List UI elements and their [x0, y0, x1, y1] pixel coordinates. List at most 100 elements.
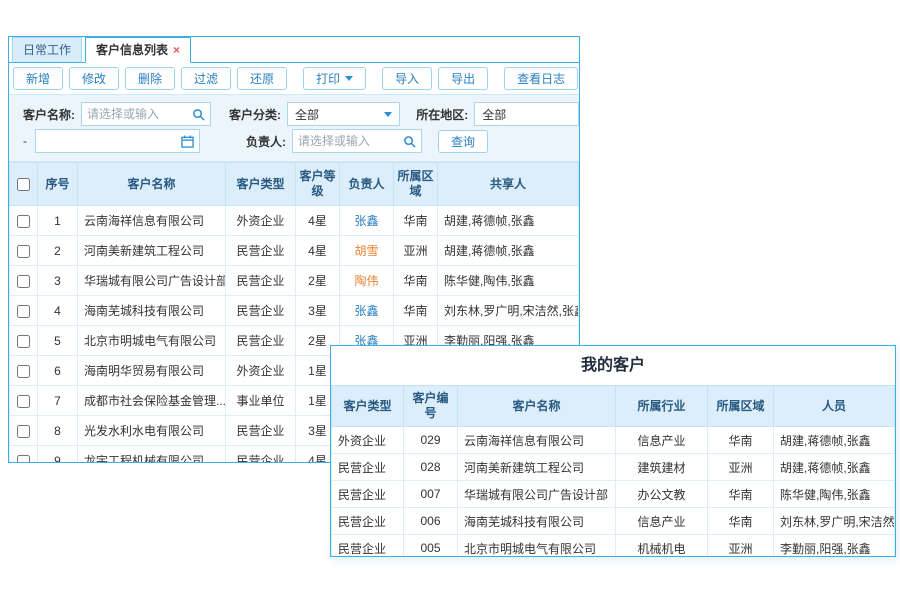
customer-name-link[interactable]: 河南美新建筑工程公司	[458, 454, 616, 481]
header-region: 所属区域	[708, 386, 774, 427]
export-button[interactable]: 导出	[438, 67, 488, 90]
filter-button[interactable]: 过滤	[181, 67, 231, 90]
customer-name-link[interactable]: 华瑞城有限公司广告设计部	[458, 481, 616, 508]
industry-cell: 信息产业	[616, 508, 708, 535]
calendar-icon[interactable]	[181, 135, 194, 148]
customer-type: 民营企业	[332, 535, 404, 558]
customer-name-link[interactable]: 北京市明城电气有限公司	[78, 326, 226, 356]
customer-code-link[interactable]: 007	[404, 481, 458, 508]
chevron-down-icon	[345, 76, 353, 81]
view-log-button[interactable]: 查看日志	[504, 67, 578, 90]
customer-name-link[interactable]: 云南海祥信息有限公司	[78, 206, 226, 236]
header-customer-type: 客户类型	[332, 386, 404, 427]
edit-button[interactable]: 修改	[69, 67, 119, 90]
query-button[interactable]: 查询	[438, 130, 488, 153]
customer-name-link[interactable]: 河南美新建筑工程公司	[78, 236, 226, 266]
region-cell: 亚洲	[708, 535, 774, 558]
row-number: 2	[38, 236, 78, 266]
restore-button[interactable]: 还原	[237, 67, 287, 90]
customer-name-link[interactable]: 成都市社会保险基金管理...	[78, 386, 226, 416]
search-icon[interactable]	[192, 108, 205, 121]
customer-code-link[interactable]: 005	[404, 535, 458, 558]
category-value: 全部	[295, 106, 319, 123]
owner-input[interactable]	[293, 134, 403, 148]
tab-bar: 日常工作 客户信息列表 ×	[9, 37, 579, 63]
row-checkbox-cell	[10, 446, 38, 464]
customer-name-link[interactable]: 龙宇工程机械有限公司	[78, 446, 226, 464]
add-button[interactable]: 新增	[13, 67, 63, 90]
owner-cell: 陶伟	[340, 266, 394, 296]
customer-name-link[interactable]: 海南芜城科技有限公司	[78, 296, 226, 326]
customer-name-input[interactable]	[82, 107, 192, 121]
customer-name-link[interactable]: 北京市明城电气有限公司	[458, 535, 616, 558]
customer-name-link[interactable]: 华瑞城有限公司广告设计部	[78, 266, 226, 296]
row-checkbox-cell	[10, 386, 38, 416]
row-checkbox[interactable]	[17, 365, 30, 378]
row-checkbox-cell	[10, 236, 38, 266]
region-select[interactable]: 全部	[474, 102, 579, 126]
my-customers-header: 客户类型 客户编号 客户名称 所属行业 所属区域 人员	[332, 386, 895, 427]
close-tab-icon[interactable]: ×	[173, 45, 180, 55]
select-all-checkbox[interactable]	[17, 178, 30, 191]
my-customer-row[interactable]: 民营企业 007 华瑞城有限公司广告设计部 办公文教 华南 陈华健,陶伟,张鑫	[332, 481, 895, 508]
date-range-separator: -	[23, 134, 27, 148]
owner-link[interactable]: 陶伟	[354, 274, 378, 288]
my-customer-row[interactable]: 民营企业 005 北京市明城电气有限公司 机械机电 亚洲 李勤丽,阳强,张鑫	[332, 535, 895, 558]
row-checkbox[interactable]	[17, 215, 30, 228]
customer-code-link[interactable]: 028	[404, 454, 458, 481]
shared-people: 胡建,蒋德帧,张鑫	[438, 206, 579, 236]
header-shared: 共享人	[438, 163, 579, 206]
row-number: 3	[38, 266, 78, 296]
import-button[interactable]: 导入	[382, 67, 432, 90]
customer-code-link[interactable]: 006	[404, 508, 458, 535]
customer-code-link[interactable]: 029	[404, 427, 458, 454]
row-checkbox[interactable]	[17, 335, 30, 348]
category-label: 客户分类:	[229, 106, 281, 123]
row-checkbox[interactable]	[17, 425, 30, 438]
row-checkbox[interactable]	[17, 245, 30, 258]
customer-type: 民营企业	[332, 481, 404, 508]
customer-type: 外资企业	[332, 427, 404, 454]
my-customer-row[interactable]: 民营企业 006 海南芜城科技有限公司 信息产业 华南 刘东林,罗广明,宋洁然.…	[332, 508, 895, 535]
customer-row[interactable]: 4 海南芜城科技有限公司 民营企业 3星 张鑫 华南 刘东林,罗广明,宋洁然,张…	[10, 296, 579, 326]
tab-label: 日常工作	[23, 41, 71, 58]
header-customer-name: 客户名称	[458, 386, 616, 427]
industry-cell: 办公文教	[616, 481, 708, 508]
industry-cell: 建筑建材	[616, 454, 708, 481]
owner-link[interactable]: 张鑫	[354, 214, 378, 228]
customer-row[interactable]: 2 河南美新建筑工程公司 民营企业 4星 胡雪 亚洲 胡建,蒋德帧,张鑫	[10, 236, 579, 266]
customer-type: 外资企业	[226, 356, 296, 386]
customer-name-link[interactable]: 海南芜城科技有限公司	[458, 508, 616, 535]
customer-type: 事业单位	[226, 386, 296, 416]
my-customer-row[interactable]: 民营企业 028 河南美新建筑工程公司 建筑建材 亚洲 胡建,蒋德帧,张鑫	[332, 454, 895, 481]
region-cell: 华南	[394, 206, 438, 236]
customer-row[interactable]: 1 云南海祥信息有限公司 外资企业 4星 张鑫 华南 胡建,蒋德帧,张鑫	[10, 206, 579, 236]
row-number: 9	[38, 446, 78, 464]
customer-row[interactable]: 3 华瑞城有限公司广告设计部 民营企业 2星 陶伟 华南 陈华健,陶伟,张鑫	[10, 266, 579, 296]
owner-link[interactable]: 张鑫	[354, 304, 378, 318]
customer-name-link[interactable]: 光发水利水电有限公司	[78, 416, 226, 446]
region-cell: 华南	[708, 481, 774, 508]
row-checkbox[interactable]	[17, 395, 30, 408]
tab-daily-work[interactable]: 日常工作	[12, 37, 82, 63]
customer-name-link[interactable]: 海南明华贸易有限公司	[78, 356, 226, 386]
row-checkbox[interactable]	[17, 305, 30, 318]
owner-link[interactable]: 胡雪	[354, 244, 378, 258]
date-input[interactable]	[36, 134, 181, 148]
search-icon[interactable]	[403, 135, 416, 148]
category-select[interactable]: 全部	[287, 102, 400, 126]
customer-type: 民营企业	[226, 326, 296, 356]
row-checkbox[interactable]	[17, 455, 30, 463]
owner-field	[292, 129, 422, 153]
customer-type: 民营企业	[332, 454, 404, 481]
tab-customer-list[interactable]: 客户信息列表 ×	[85, 37, 191, 63]
my-customer-row[interactable]: 外资企业 029 云南海祥信息有限公司 信息产业 华南 胡建,蒋德帧,张鑫	[332, 427, 895, 454]
row-checkbox[interactable]	[17, 275, 30, 288]
customer-name-link[interactable]: 云南海祥信息有限公司	[458, 427, 616, 454]
delete-button[interactable]: 删除	[125, 67, 175, 90]
select-all-header	[10, 163, 38, 206]
print-button[interactable]: 打印	[303, 67, 366, 90]
header-customer-type: 客户类型	[226, 163, 296, 206]
region-cell: 华南	[708, 427, 774, 454]
header-customer-code: 客户编号	[404, 386, 458, 427]
